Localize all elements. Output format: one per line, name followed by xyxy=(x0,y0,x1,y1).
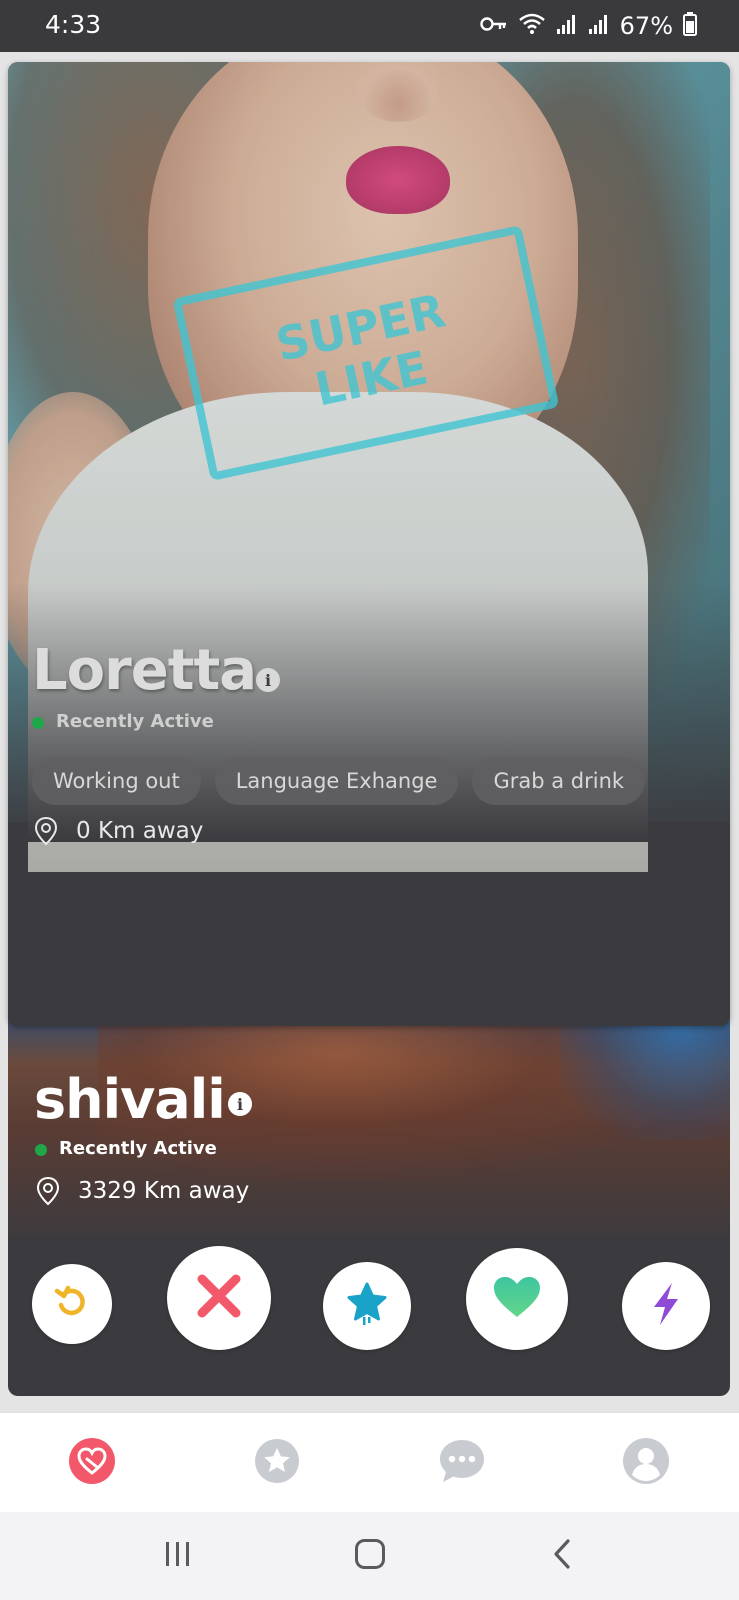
lightning-icon xyxy=(650,1281,682,1331)
heart-icon xyxy=(492,1275,542,1323)
interest-chip: Working out xyxy=(32,757,201,805)
distance-text: 3329 Km away xyxy=(78,1178,250,1204)
recent-apps-button[interactable] xyxy=(148,1534,208,1578)
battery-percent: 67% xyxy=(619,12,673,40)
location-pin-icon xyxy=(36,1176,60,1206)
rewind-icon xyxy=(53,1283,91,1325)
back-icon xyxy=(550,1538,574,1574)
interest-chips: Working out Language Exhange Grab a drin… xyxy=(32,757,646,805)
interest-chip: Language Exhange xyxy=(214,757,459,805)
close-icon xyxy=(194,1271,244,1325)
star-icon xyxy=(345,1281,389,1331)
profile-card-shivali[interactable]: shivali i Recently Active 3329 Km away xyxy=(8,1000,730,1396)
info-icon[interactable]: i xyxy=(228,1092,252,1116)
signal-icon xyxy=(588,13,610,39)
rewind-button[interactable] xyxy=(32,1264,112,1344)
like-button[interactable] xyxy=(466,1248,568,1350)
nav-messages[interactable] xyxy=(438,1439,486,1487)
wifi-icon xyxy=(518,12,546,40)
status-time: 4:33 xyxy=(45,10,102,39)
nav-profile[interactable] xyxy=(622,1437,670,1489)
interest-chip: Grab a drink xyxy=(472,757,646,805)
nope-button[interactable] xyxy=(167,1246,271,1350)
boost-button[interactable] xyxy=(622,1262,710,1350)
vpn-key-icon xyxy=(479,15,508,37)
distance-text: 0 Km away xyxy=(76,818,204,844)
app-logo-icon xyxy=(68,1437,116,1489)
profile-name: Loretta xyxy=(32,638,257,703)
distance-row: 3329 Km away xyxy=(36,1176,249,1206)
profile-name: shivali xyxy=(34,1068,226,1131)
super-like-button[interactable] xyxy=(323,1262,411,1350)
home-button[interactable] xyxy=(340,1534,400,1578)
nav-discover[interactable] xyxy=(68,1437,116,1489)
status-icons: 67% xyxy=(479,11,697,41)
nav-likes[interactable] xyxy=(253,1439,301,1487)
active-status-text: Recently Active xyxy=(59,1138,217,1159)
active-status-dot xyxy=(32,717,44,729)
info-icon[interactable]: i xyxy=(256,668,280,692)
system-nav-bar xyxy=(0,1512,739,1600)
active-status-dot xyxy=(35,1144,47,1156)
home-icon xyxy=(354,1538,386,1574)
distance-row: 0 Km away xyxy=(34,816,203,846)
active-status-text: Recently Active xyxy=(56,711,214,732)
location-pin-icon xyxy=(34,816,58,846)
star-badge-icon xyxy=(254,1438,300,1488)
chat-icon xyxy=(438,1438,486,1488)
profile-icon xyxy=(622,1437,670,1489)
bottom-nav xyxy=(0,1412,739,1513)
signal-icon xyxy=(556,13,578,39)
status-bar: 4:33 67% xyxy=(0,0,739,52)
back-button[interactable] xyxy=(532,1534,592,1578)
battery-icon xyxy=(683,12,697,40)
profile-card-loretta[interactable]: SUPER LIKE Loretta i Recently Active Wor… xyxy=(8,62,730,1026)
recent-apps-icon xyxy=(163,1540,193,1572)
